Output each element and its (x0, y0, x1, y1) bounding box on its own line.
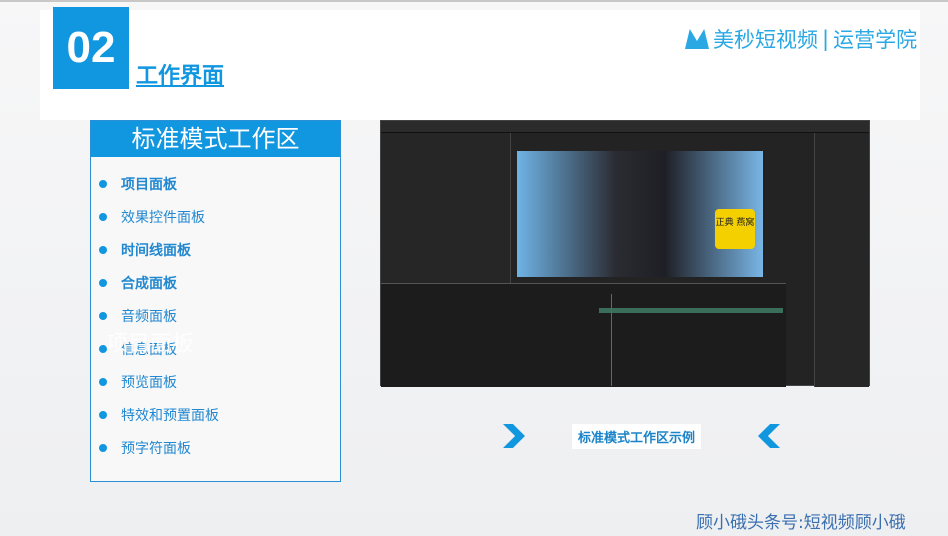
list-item: 时间线面板 (99, 233, 340, 266)
chevron-left-icon (758, 424, 780, 448)
list-item-label: 时间线面板 (121, 242, 191, 259)
list-item-label: 预览面板 (121, 374, 177, 391)
product-sign: 正典 燕窝 (715, 209, 755, 249)
list-item-label: 预字符面板 (121, 440, 191, 457)
timeline-panel (381, 283, 786, 387)
screenshot-caption: 标准模式工作区示例 (572, 424, 702, 449)
top-border (0, 0, 948, 2)
brand-logo: 美秒短视频 | 运营学院 (685, 24, 917, 54)
list-item-label: 特效和预置面板 (121, 407, 219, 424)
chevron-right-icon (503, 424, 525, 448)
list-item: 预字符面板 (99, 431, 340, 464)
logo-mark-icon (685, 29, 709, 49)
effects-panel (814, 133, 869, 387)
app-menu-bar (381, 121, 869, 133)
bullet-icon (99, 410, 107, 419)
list-item-label: 音频面板 (121, 308, 177, 325)
sign-text: 正典 燕窝 (715, 218, 755, 228)
bullet-icon (99, 278, 107, 287)
bullet-icon (99, 377, 107, 386)
list-item-label: 合成面板 (121, 275, 177, 292)
list-item: 效果控件面板 (99, 200, 340, 233)
list-item-label: 项目面板 (121, 176, 177, 193)
project-panel (381, 133, 511, 283)
bullet-icon (99, 311, 107, 320)
section-number: 02 (53, 7, 129, 89)
logo-divider: | (822, 27, 830, 51)
logo-text: 美秒短视频 (713, 28, 818, 52)
bullet-icon (99, 179, 107, 188)
bullet-icon (99, 245, 107, 254)
bullet-icon (99, 443, 107, 452)
after-effects-screenshot: 正典 燕窝 (380, 120, 870, 387)
panel-title: 标准模式工作区 (91, 121, 340, 157)
playhead (611, 294, 612, 386)
watermark: 顾小硪头条号:短视频顾小硪 (696, 513, 906, 533)
layer-bar (599, 308, 783, 313)
list-item: 预览面板 (99, 365, 340, 398)
page-title: 工作界面 (136, 64, 225, 89)
logo-sub: 运营学院 (833, 28, 918, 52)
list-item: 项目面板 (99, 167, 340, 200)
bullet-icon (99, 212, 107, 221)
list-item: 合成面板 (99, 266, 340, 299)
list-item-label: 效果控件面板 (121, 209, 205, 226)
workspace-panel-list: 标准模式工作区 项目面板 效果控件面板 时间线面板 合成面板 音频面板 信息面板… (90, 120, 341, 482)
list-item: 特效和预置面板 (99, 398, 340, 431)
composition-preview: 正典 燕窝 (517, 151, 763, 277)
ghost-text: 项目面板 (106, 332, 195, 357)
